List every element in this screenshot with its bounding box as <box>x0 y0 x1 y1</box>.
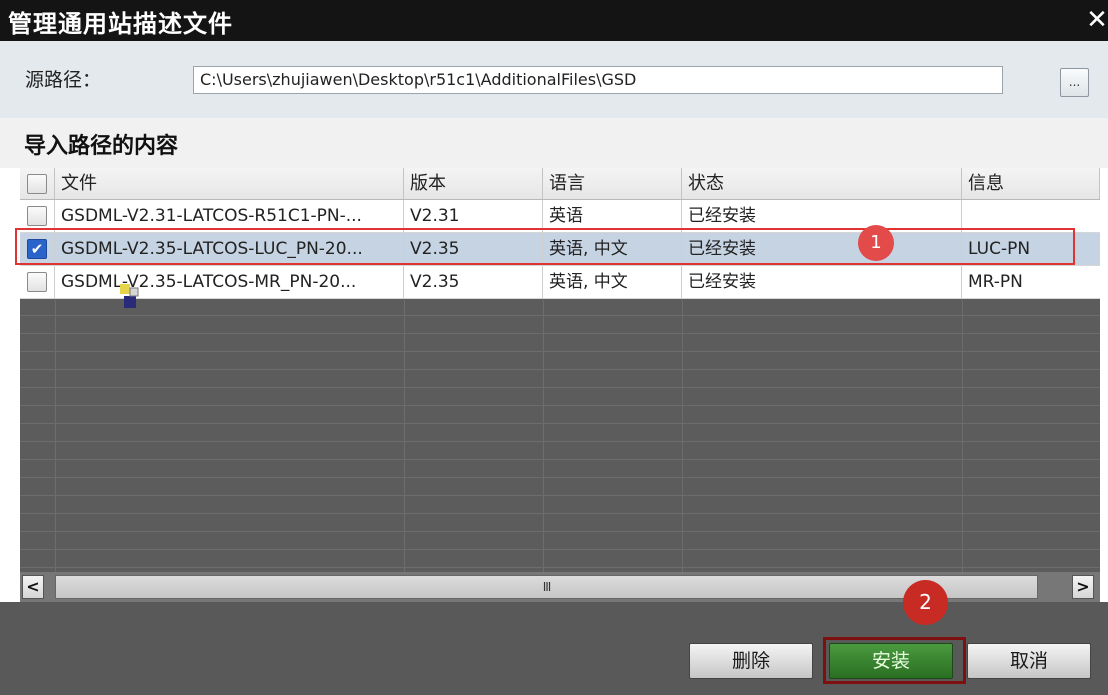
status-cell: 已经安装 <box>682 266 962 298</box>
info-cell: MR-PN <box>968 272 1023 292</box>
source-path-label: 源路径： <box>25 69 102 91</box>
table-header: 文件 版本 语言 状态 信息 <box>20 168 1100 200</box>
row-checkbox-cell <box>20 266 55 298</box>
column-header-version[interactable]: 版本 <box>404 168 543 199</box>
table-row[interactable]: GSDML-V2.35-LATCOS-MR_PN-20... V2.35 英语,… <box>20 266 1100 299</box>
title-bar: 管理通用站描述文件 ✕ <box>0 0 1108 41</box>
delete-button[interactable]: 删除 <box>689 643 813 679</box>
install-button-highlight <box>823 637 966 684</box>
column-header-language[interactable]: 语言 <box>543 168 682 199</box>
scroll-left-icon[interactable]: < <box>22 575 44 599</box>
cancel-button[interactable]: 取消 <box>967 643 1091 679</box>
browse-button[interactable]: ... <box>1060 68 1089 97</box>
select-all-checkbox[interactable] <box>27 174 47 194</box>
scroll-right-icon[interactable]: > <box>1072 575 1094 599</box>
step-1-badge: 1 <box>858 225 894 261</box>
column-header-file[interactable]: 文件 <box>55 168 404 199</box>
scrollbar-thumb[interactable]: III <box>55 575 1038 599</box>
step-2-badge: 2 <box>903 580 948 625</box>
file-cell: GSDML-V2.35-LATCOS-MR_PN-20... <box>55 266 404 298</box>
scrollbar-grip-icon: III <box>542 580 552 594</box>
section-title: 导入路径的内容 <box>24 134 179 159</box>
selected-row-highlight <box>15 228 1075 265</box>
language-cell: 英语, 中文 <box>543 266 682 298</box>
column-header-status[interactable]: 状态 <box>682 168 962 199</box>
close-icon[interactable]: ✕ <box>1086 0 1108 41</box>
version-cell: V2.35 <box>404 266 543 298</box>
select-all-cell <box>20 168 55 199</box>
column-header-info[interactable]: 信息 <box>962 168 1100 199</box>
cursor-icon <box>120 284 139 308</box>
dialog-title: 管理通用站描述文件 <box>8 10 233 38</box>
row-checkbox[interactable] <box>27 272 47 292</box>
section-header: 导入路径的内容 <box>0 118 1108 168</box>
row-checkbox[interactable] <box>27 206 47 226</box>
source-path-panel: 源路径： C:\Users\zhujiawen\Desktop\r51c1\Ad… <box>0 41 1108 118</box>
source-path-field[interactable]: C:\Users\zhujiawen\Desktop\r51c1\Additio… <box>193 66 1003 94</box>
